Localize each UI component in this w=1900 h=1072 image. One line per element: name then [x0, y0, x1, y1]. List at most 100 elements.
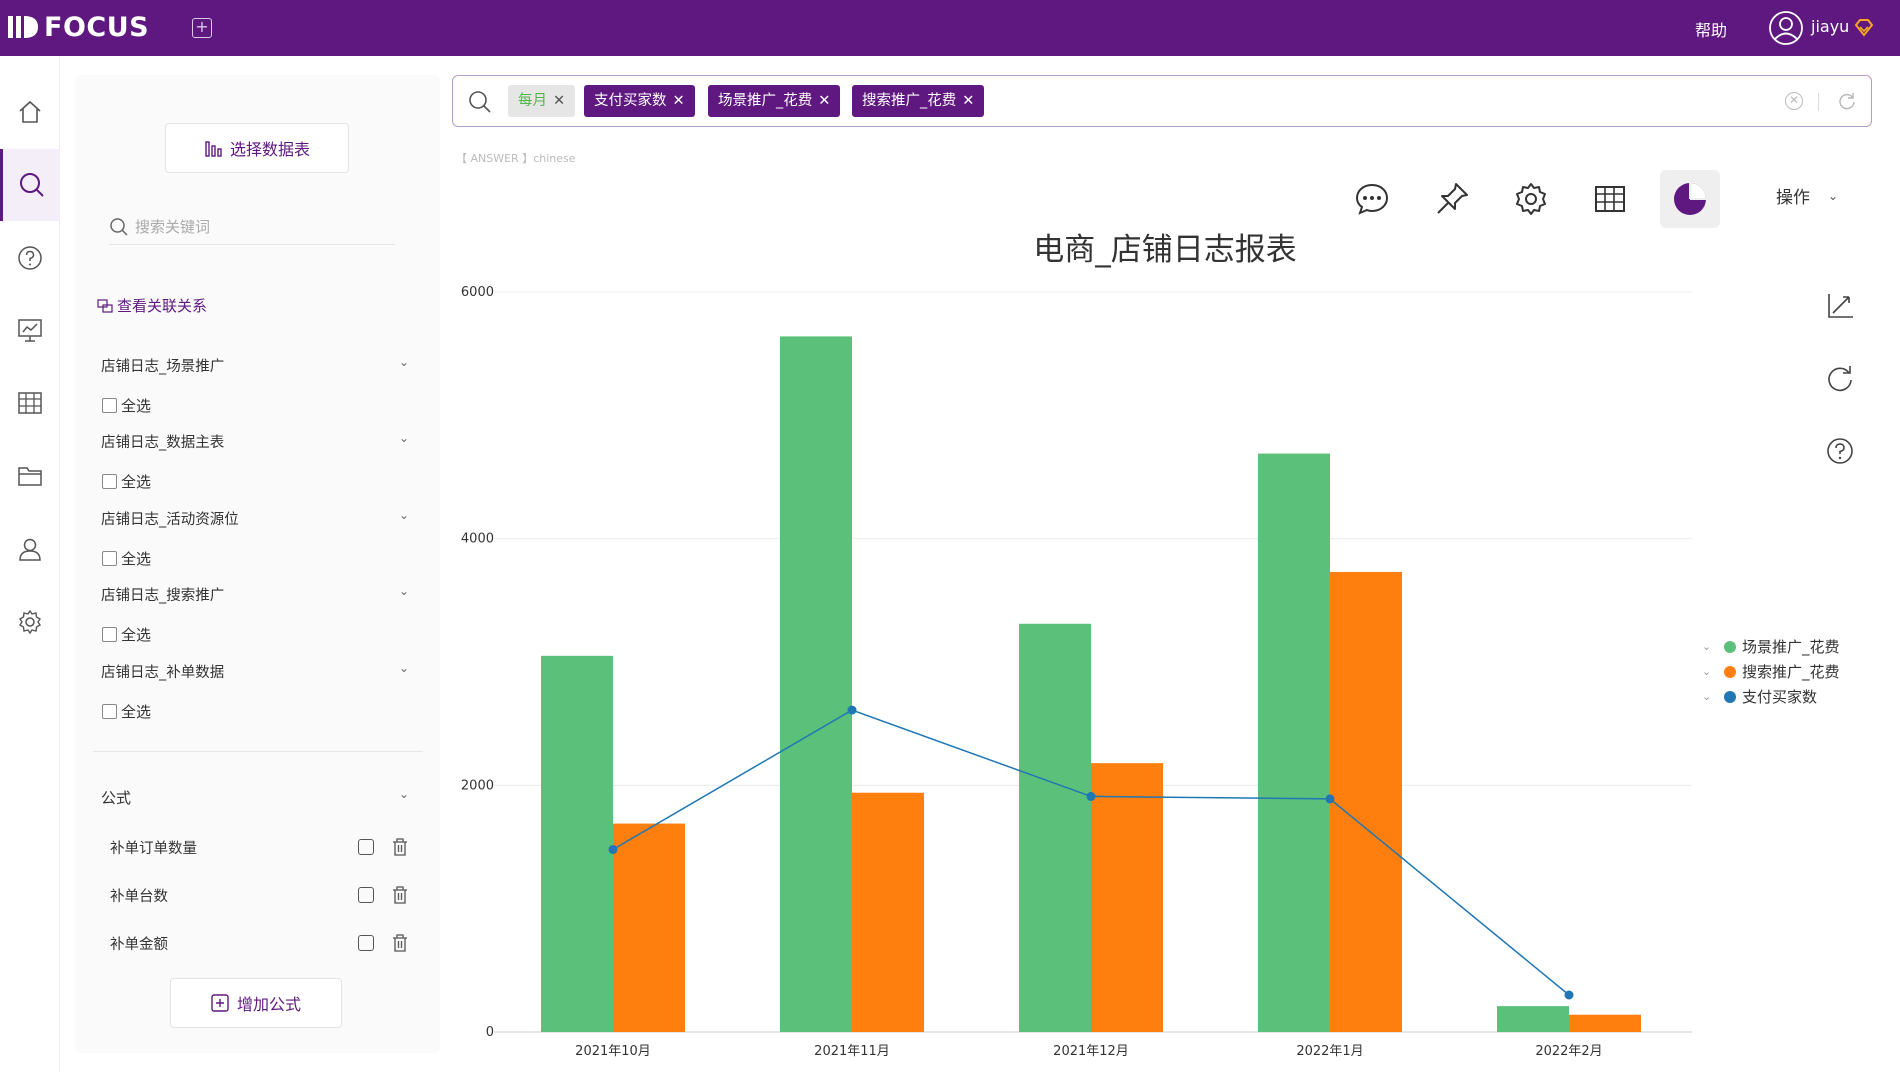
bar-scene-cost [541, 655, 613, 1032]
search-token-search-cost[interactable]: 搜索推广_花费 ✕ [852, 85, 985, 117]
formula-section-header[interactable]: 公式 ⌄ [101, 787, 409, 808]
clear-icon[interactable]: ✕ [1785, 92, 1803, 110]
bar-scene-cost [1497, 1006, 1569, 1032]
nav-folder[interactable] [0, 440, 60, 512]
table-group-supplement-orders[interactable]: 店铺日志_补单数据 ⌄ [101, 661, 409, 682]
y-tick-label: 2000 [461, 778, 494, 793]
x-tick-label: 2022年1月 [1296, 1044, 1363, 1059]
chevron-down-icon[interactable]: ⌄ [399, 508, 409, 522]
chevron-down-icon[interactable]: ⌄ [399, 787, 409, 801]
chevron-down-icon[interactable]: ⌄ [399, 584, 409, 598]
legend-item[interactable]: ⌄ 搜索推广_花费 [1702, 659, 1840, 684]
formula-section-title: 公式 [101, 789, 132, 807]
link-icon [97, 298, 113, 313]
point-buyers [1564, 990, 1574, 1000]
add-formula-button[interactable]: 增加公式 [170, 978, 342, 1028]
table-group-scene-promo[interactable]: 店铺日志_场景推广 ⌄ [101, 355, 409, 376]
axis-settings-button[interactable] [1822, 288, 1858, 324]
chart-help-button[interactable] [1822, 433, 1858, 469]
formula-item[interactable]: 补单订单数量 [110, 837, 410, 861]
nav-search[interactable] [0, 149, 60, 221]
search-icon [19, 173, 44, 197]
search-bar[interactable]: 每月 ✕ 支付买家数 ✕ 场景推广_花费 ✕ 搜索推广_花费 ✕ ✕ [452, 75, 1872, 127]
table-group-activity-resource[interactable]: 店铺日志_活动资源位 ⌄ [101, 508, 409, 529]
nav-home[interactable] [0, 76, 60, 148]
chevron-down-icon[interactable]: ⌄ [1702, 640, 1724, 653]
checkbox[interactable] [102, 551, 117, 566]
formula-item[interactable]: 补单台数 [110, 885, 410, 909]
bar-search-cost [613, 823, 685, 1032]
help-link[interactable]: 帮助 [1695, 17, 1727, 41]
checkbox[interactable] [102, 704, 117, 719]
trash-icon[interactable] [392, 838, 408, 856]
comment-button[interactable] [1342, 170, 1402, 228]
group-title: 店铺日志_活动资源位 [101, 512, 239, 528]
chevron-down-icon[interactable]: ⌄ [399, 661, 409, 675]
select-all-checkbox[interactable]: 全选 [102, 471, 151, 492]
search-token-buyers[interactable]: 支付买家数 ✕ [584, 85, 695, 117]
edit-icon[interactable] [358, 839, 374, 855]
select-table-button[interactable]: 选择数据表 [165, 123, 349, 173]
checkbox[interactable] [102, 474, 117, 489]
group-title: 店铺日志_补单数据 [101, 665, 225, 681]
bar-chart-icon [205, 141, 222, 157]
y-tick-label: 6000 [461, 285, 494, 300]
view-relations-link[interactable]: 查看关联关系 [97, 295, 207, 316]
select-all-checkbox[interactable]: 全选 [102, 701, 151, 722]
legend-item[interactable]: ⌄ 支付买家数 [1702, 684, 1840, 709]
token-label: 支付买家数 [594, 93, 667, 109]
operations-dropdown[interactable]: 操作 ⌄ [1776, 183, 1838, 208]
token-label: 搜索推广_花费 [862, 93, 957, 109]
legend-label: 场景推广_花费 [1742, 638, 1840, 656]
formula-name: 补单金额 [110, 937, 168, 953]
chevron-down-icon[interactable]: ⌄ [1702, 665, 1724, 678]
table-group-search-promo[interactable]: 店铺日志_搜索推广 ⌄ [101, 584, 409, 605]
close-icon[interactable]: ✕ [818, 93, 830, 109]
new-tab-icon[interactable]: + [192, 18, 212, 38]
question-icon [18, 246, 42, 270]
nav-user[interactable] [0, 513, 60, 585]
group-title: 店铺日志_搜索推广 [101, 588, 225, 604]
settings-button[interactable] [1501, 170, 1561, 228]
x-tick-label: 2022年2月 [1535, 1044, 1602, 1059]
chevron-down-icon: ⌄ [1828, 188, 1839, 203]
gear-icon [19, 609, 41, 635]
search-token-month[interactable]: 每月 ✕ [508, 85, 576, 117]
user-name[interactable]: jiayu [1811, 17, 1849, 36]
close-icon[interactable]: ✕ [673, 93, 685, 109]
pin-button[interactable] [1422, 170, 1482, 228]
nav-settings[interactable] [0, 586, 60, 658]
legend-label: 搜索推广_花费 [1742, 663, 1840, 681]
user-avatar-icon[interactable] [1768, 10, 1804, 46]
refresh-icon[interactable] [1837, 91, 1857, 111]
close-icon[interactable]: ✕ [962, 93, 974, 109]
chevron-down-icon[interactable]: ⌄ [399, 431, 409, 445]
table-group-main-data[interactable]: 店铺日志_数据主表 ⌄ [101, 431, 409, 452]
search-token-scene-cost[interactable]: 场景推广_花费 ✕ [708, 85, 841, 117]
legend-item[interactable]: ⌄ 场景推广_花费 [1702, 634, 1840, 659]
nav-help[interactable] [0, 222, 60, 294]
x-tick-label: 2021年11月 [814, 1044, 890, 1059]
edit-icon[interactable] [358, 935, 374, 951]
nav-presentation[interactable] [0, 294, 60, 366]
formula-item[interactable]: 补单金额 [110, 933, 410, 957]
group-title: 店铺日志_场景推广 [101, 359, 225, 375]
select-all-checkbox[interactable]: 全选 [102, 624, 151, 645]
table-view-button[interactable] [1580, 170, 1640, 228]
nav-table[interactable] [0, 367, 60, 439]
checkbox[interactable] [102, 627, 117, 642]
trash-icon[interactable] [392, 886, 408, 904]
legend-dot [1724, 665, 1736, 678]
edit-icon[interactable] [358, 887, 374, 903]
chart-view-button[interactable] [1660, 170, 1720, 228]
reload-chart-button[interactable] [1822, 360, 1858, 396]
close-icon[interactable]: ✕ [553, 93, 565, 109]
trash-icon[interactable] [392, 934, 408, 952]
checkbox[interactable] [102, 398, 117, 413]
chevron-down-icon[interactable]: ⌄ [399, 355, 409, 369]
select-all-checkbox[interactable]: 全选 [102, 395, 151, 416]
keyword-search-input[interactable]: 搜索关键词 [109, 209, 395, 245]
select-all-checkbox[interactable]: 全选 [102, 548, 151, 569]
settings-icon [1516, 183, 1546, 215]
chevron-down-icon[interactable]: ⌄ [1702, 690, 1724, 703]
